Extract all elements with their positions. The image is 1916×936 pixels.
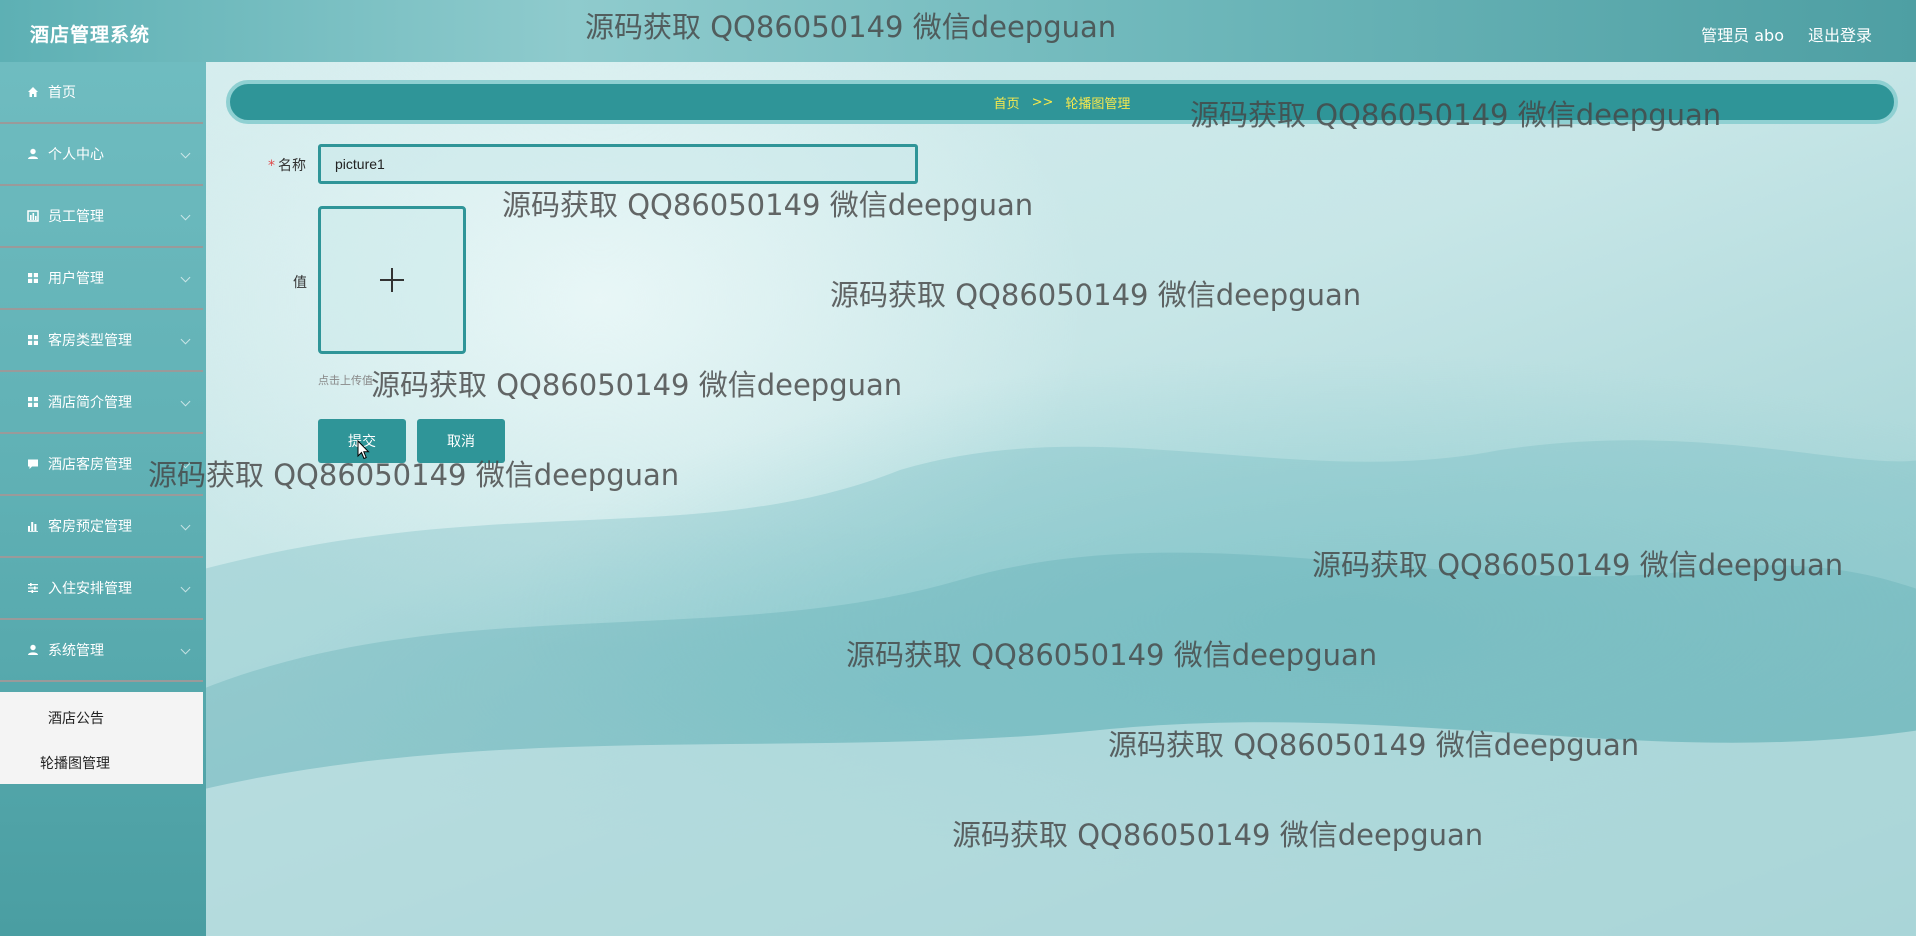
upload-hint: 点击上传值 xyxy=(318,374,373,387)
sidebar-item-label: 客房类型管理 xyxy=(48,333,132,349)
submenu-item-carousel[interactable]: 轮播图管理 xyxy=(40,753,110,773)
chart-icon xyxy=(26,209,40,223)
breadcrumb-separator: >> xyxy=(1031,94,1054,110)
top-header: 酒店管理系统 管理员 abo 退出登录 xyxy=(0,0,1916,62)
image-uploader[interactable] xyxy=(318,206,466,354)
sidebar-item-label: 酒店客房管理 xyxy=(48,457,132,473)
person-icon xyxy=(26,147,40,161)
chevron-down-icon xyxy=(180,520,191,531)
watermark-text: 源码获取 QQ86050149 微信deepguan xyxy=(148,458,680,492)
sidebar-item-label: 用户管理 xyxy=(48,271,104,287)
comment-icon xyxy=(26,457,40,471)
submenu-item-hotel-notice[interactable]: 酒店公告 xyxy=(48,708,104,728)
grid-icon xyxy=(26,271,40,285)
sidebar-item-reservations[interactable]: 客房预定管理 xyxy=(0,496,203,558)
cancel-button[interactable]: 取消 xyxy=(417,419,505,463)
home-icon xyxy=(26,85,40,99)
chevron-down-icon xyxy=(180,582,191,593)
required-mark: * xyxy=(268,158,275,174)
person-icon xyxy=(26,643,40,657)
chevron-down-icon xyxy=(180,148,191,159)
watermark-text: 源码获取 QQ86050149 微信deepguan xyxy=(846,638,1378,672)
logout-link[interactable]: 退出登录 xyxy=(1808,22,1872,46)
mouse-cursor-icon xyxy=(357,440,370,460)
watermark-text: 源码获取 QQ86050149 微信deepguan xyxy=(952,818,1484,852)
chevron-down-icon xyxy=(180,334,191,345)
sidebar-item-system[interactable]: 系统管理 xyxy=(0,620,203,682)
watermark-text: 源码获取 QQ86050149 微信deepguan xyxy=(371,368,903,402)
sidebar-item-label: 客房预定管理 xyxy=(48,519,132,535)
name-input[interactable] xyxy=(318,144,918,184)
sidebar-item-users[interactable]: 用户管理 xyxy=(0,248,203,310)
watermark-text: 源码获取 QQ86050149 微信deepguan xyxy=(1108,728,1640,762)
sidebar-item-hotel-intro[interactable]: 酒店简介管理 xyxy=(0,372,203,434)
watermark-text: 源码获取 QQ86050149 微信deepguan xyxy=(830,278,1362,312)
watermark-text: 源码获取 QQ86050149 微信deepguan xyxy=(502,188,1034,222)
sidebar-item-label: 首页 xyxy=(48,85,76,101)
sidebar-item-personal-center[interactable]: 个人中心 xyxy=(0,124,203,186)
grid-icon xyxy=(26,333,40,347)
value-label: 值 xyxy=(293,275,307,291)
watermark-text: 源码获取 QQ86050149 微信deepguan xyxy=(1312,548,1844,582)
sidebar-item-label: 酒店简介管理 xyxy=(48,395,132,411)
admin-user-label: 管理员 abo xyxy=(1701,26,1784,45)
sidebar-item-home[interactable]: 首页 xyxy=(0,62,203,124)
sidebar-item-room-types[interactable]: 客房类型管理 xyxy=(0,310,203,372)
breadcrumb-current: 轮播图管理 xyxy=(1065,96,1131,112)
chevron-down-icon xyxy=(180,210,191,221)
sidebar-item-label: 员工管理 xyxy=(48,209,104,225)
sidebar-item-label: 系统管理 xyxy=(48,643,104,659)
sidebar: 首页 个人中心 员工管理 用户管理 客房类型管理 酒店简介管理 酒店客房管理 客… xyxy=(0,62,206,936)
chevron-down-icon xyxy=(180,396,191,407)
header-user-area: 管理员 abo 退出登录 xyxy=(1701,22,1872,46)
grid-icon xyxy=(26,395,40,409)
bar-chart-icon xyxy=(26,519,40,533)
system-submenu: 酒店公告 轮播图管理 xyxy=(0,692,203,784)
sidebar-item-staff[interactable]: 员工管理 xyxy=(0,186,203,248)
chevron-down-icon xyxy=(180,458,191,469)
sliders-icon xyxy=(26,581,40,595)
breadcrumb-home[interactable]: 首页 xyxy=(994,93,1020,112)
chevron-up-icon xyxy=(180,644,191,655)
background-wave xyxy=(200,440,1916,936)
sidebar-item-label: 入住安排管理 xyxy=(48,581,132,597)
plus-icon xyxy=(380,268,404,292)
sidebar-item-checkin[interactable]: 入住安排管理 xyxy=(0,558,203,620)
name-label-wrap: * 名称 xyxy=(268,155,306,175)
sidebar-item-hotel-rooms[interactable]: 酒店客房管理 xyxy=(0,434,203,496)
name-label: 名称 xyxy=(278,158,306,174)
app-title: 酒店管理系统 xyxy=(30,24,151,46)
breadcrumb: 首页 >> 轮播图管理 xyxy=(226,80,1898,124)
chevron-down-icon xyxy=(180,272,191,283)
sidebar-item-label: 个人中心 xyxy=(48,147,104,163)
